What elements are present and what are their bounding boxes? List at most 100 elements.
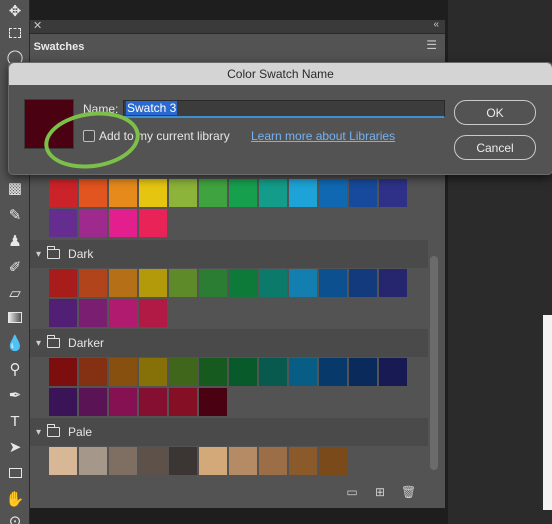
color-swatch[interactable] [109, 358, 137, 386]
color-swatch[interactable] [319, 358, 347, 386]
zoom-tool-icon[interactable]: ⊙ [3, 510, 27, 524]
learn-more-libraries-link[interactable]: Learn more about Libraries [251, 129, 395, 143]
color-swatch[interactable] [109, 388, 137, 416]
color-swatch[interactable] [229, 179, 257, 207]
color-swatch[interactable] [229, 358, 257, 386]
color-swatch[interactable] [199, 269, 227, 297]
color-swatch[interactable] [259, 358, 287, 386]
color-swatch[interactable] [79, 299, 107, 327]
swatch-name-input[interactable]: Swatch 3 [123, 100, 445, 118]
group-header-pale[interactable]: ▾ Pale [30, 418, 428, 446]
color-swatch[interactable] [49, 209, 77, 237]
color-swatch[interactable] [229, 447, 257, 475]
color-swatch[interactable] [289, 269, 317, 297]
color-swatch[interactable] [289, 179, 317, 207]
color-swatch[interactable] [109, 209, 137, 237]
add-swatch-icon[interactable]: ⊞ [373, 485, 387, 499]
blur-tool-icon[interactable]: 💧 [3, 332, 27, 354]
color-swatch[interactable] [139, 269, 167, 297]
color-swatch[interactable] [79, 358, 107, 386]
swatch-row [49, 388, 227, 416]
color-swatch[interactable] [349, 179, 377, 207]
color-swatch[interactable] [109, 447, 137, 475]
color-swatch[interactable] [259, 269, 287, 297]
swatch-row [49, 299, 167, 327]
color-swatch[interactable] [289, 447, 317, 475]
healing-brush-tool-icon[interactable]: ▩ [3, 177, 27, 199]
color-swatch[interactable] [199, 179, 227, 207]
color-swatch[interactable] [49, 179, 77, 207]
color-swatch[interactable] [349, 269, 377, 297]
gradient-tool-icon[interactable] [3, 306, 27, 328]
color-swatch[interactable] [139, 209, 167, 237]
collapse-panel-icon[interactable]: « [433, 19, 439, 30]
group-label: Pale [68, 425, 93, 439]
color-swatch[interactable] [139, 388, 167, 416]
panel-dock-strip: ✕ « [30, 19, 445, 34]
history-brush-tool-icon[interactable]: ✐ [3, 256, 27, 278]
scrollbar-thumb[interactable] [430, 256, 438, 470]
color-swatch[interactable] [259, 447, 287, 475]
eraser-tool-icon[interactable]: ▱ [3, 282, 27, 304]
color-swatch[interactable] [379, 358, 407, 386]
color-swatch[interactable] [169, 358, 197, 386]
color-swatch[interactable] [79, 269, 107, 297]
color-swatch[interactable] [79, 447, 107, 475]
swatch-grid: ▾ Dark ▾ Darker ▾ Pale [30, 174, 430, 489]
color-swatch[interactable] [289, 358, 317, 386]
brush-tool-icon[interactable]: ✎ [3, 204, 27, 226]
rectangle-tool-icon[interactable] [3, 462, 27, 484]
dodge-tool-icon[interactable]: ⚲ [3, 358, 27, 380]
color-swatch[interactable] [49, 388, 77, 416]
color-swatch[interactable] [49, 269, 77, 297]
color-swatch[interactable] [349, 358, 377, 386]
color-swatch[interactable] [379, 179, 407, 207]
clone-stamp-tool-icon[interactable]: ♟ [3, 230, 27, 252]
marquee-tool-icon[interactable] [3, 22, 27, 44]
color-swatch[interactable] [49, 447, 77, 475]
color-swatch[interactable] [79, 388, 107, 416]
ok-button[interactable]: OK [454, 100, 536, 125]
color-swatch[interactable] [139, 299, 167, 327]
new-group-folder-icon[interactable]: ▭ [345, 485, 359, 499]
panel-menu-icon[interactable]: ☰ [426, 38, 437, 52]
hand-tool-icon[interactable]: ✋ [3, 488, 27, 510]
color-swatch[interactable] [49, 299, 77, 327]
color-swatch[interactable] [139, 179, 167, 207]
color-swatch[interactable] [49, 358, 77, 386]
color-swatch[interactable] [169, 269, 197, 297]
color-swatch[interactable] [319, 179, 347, 207]
cancel-button[interactable]: Cancel [454, 135, 536, 160]
color-swatch[interactable] [109, 299, 137, 327]
color-swatch[interactable] [79, 209, 107, 237]
color-swatch[interactable] [169, 388, 197, 416]
color-swatch[interactable] [259, 179, 287, 207]
color-swatch[interactable] [319, 447, 347, 475]
close-panel-icon[interactable]: ✕ [33, 19, 42, 32]
color-swatch[interactable] [319, 269, 347, 297]
color-swatch[interactable] [379, 269, 407, 297]
folder-icon [47, 335, 61, 348]
color-swatch[interactable] [229, 269, 257, 297]
swatch-row [49, 358, 407, 386]
color-swatch[interactable] [199, 358, 227, 386]
color-swatch[interactable] [199, 447, 227, 475]
color-swatch[interactable] [79, 179, 107, 207]
color-swatch[interactable] [169, 447, 197, 475]
color-swatch[interactable] [199, 388, 227, 416]
group-header-dark[interactable]: ▾ Dark [30, 240, 428, 268]
color-swatch[interactable] [139, 447, 167, 475]
color-swatch[interactable] [109, 179, 137, 207]
color-swatch[interactable] [169, 179, 197, 207]
move-tool-icon[interactable]: ✥ [3, 0, 27, 22]
color-swatch[interactable] [109, 269, 137, 297]
panel-footer: ▭ ⊞ 🗑 [30, 476, 445, 508]
trash-icon[interactable]: 🗑 [401, 485, 416, 499]
tab-swatches[interactable]: Swatches [30, 34, 88, 60]
path-selection-tool-icon[interactable]: ➤ [3, 436, 27, 458]
pen-tool-icon[interactable]: ✒ [3, 384, 27, 406]
color-swatch[interactable] [139, 358, 167, 386]
type-tool-icon[interactable]: T [3, 410, 27, 432]
group-label: Darker [68, 336, 105, 350]
group-header-darker[interactable]: ▾ Darker [30, 329, 428, 357]
